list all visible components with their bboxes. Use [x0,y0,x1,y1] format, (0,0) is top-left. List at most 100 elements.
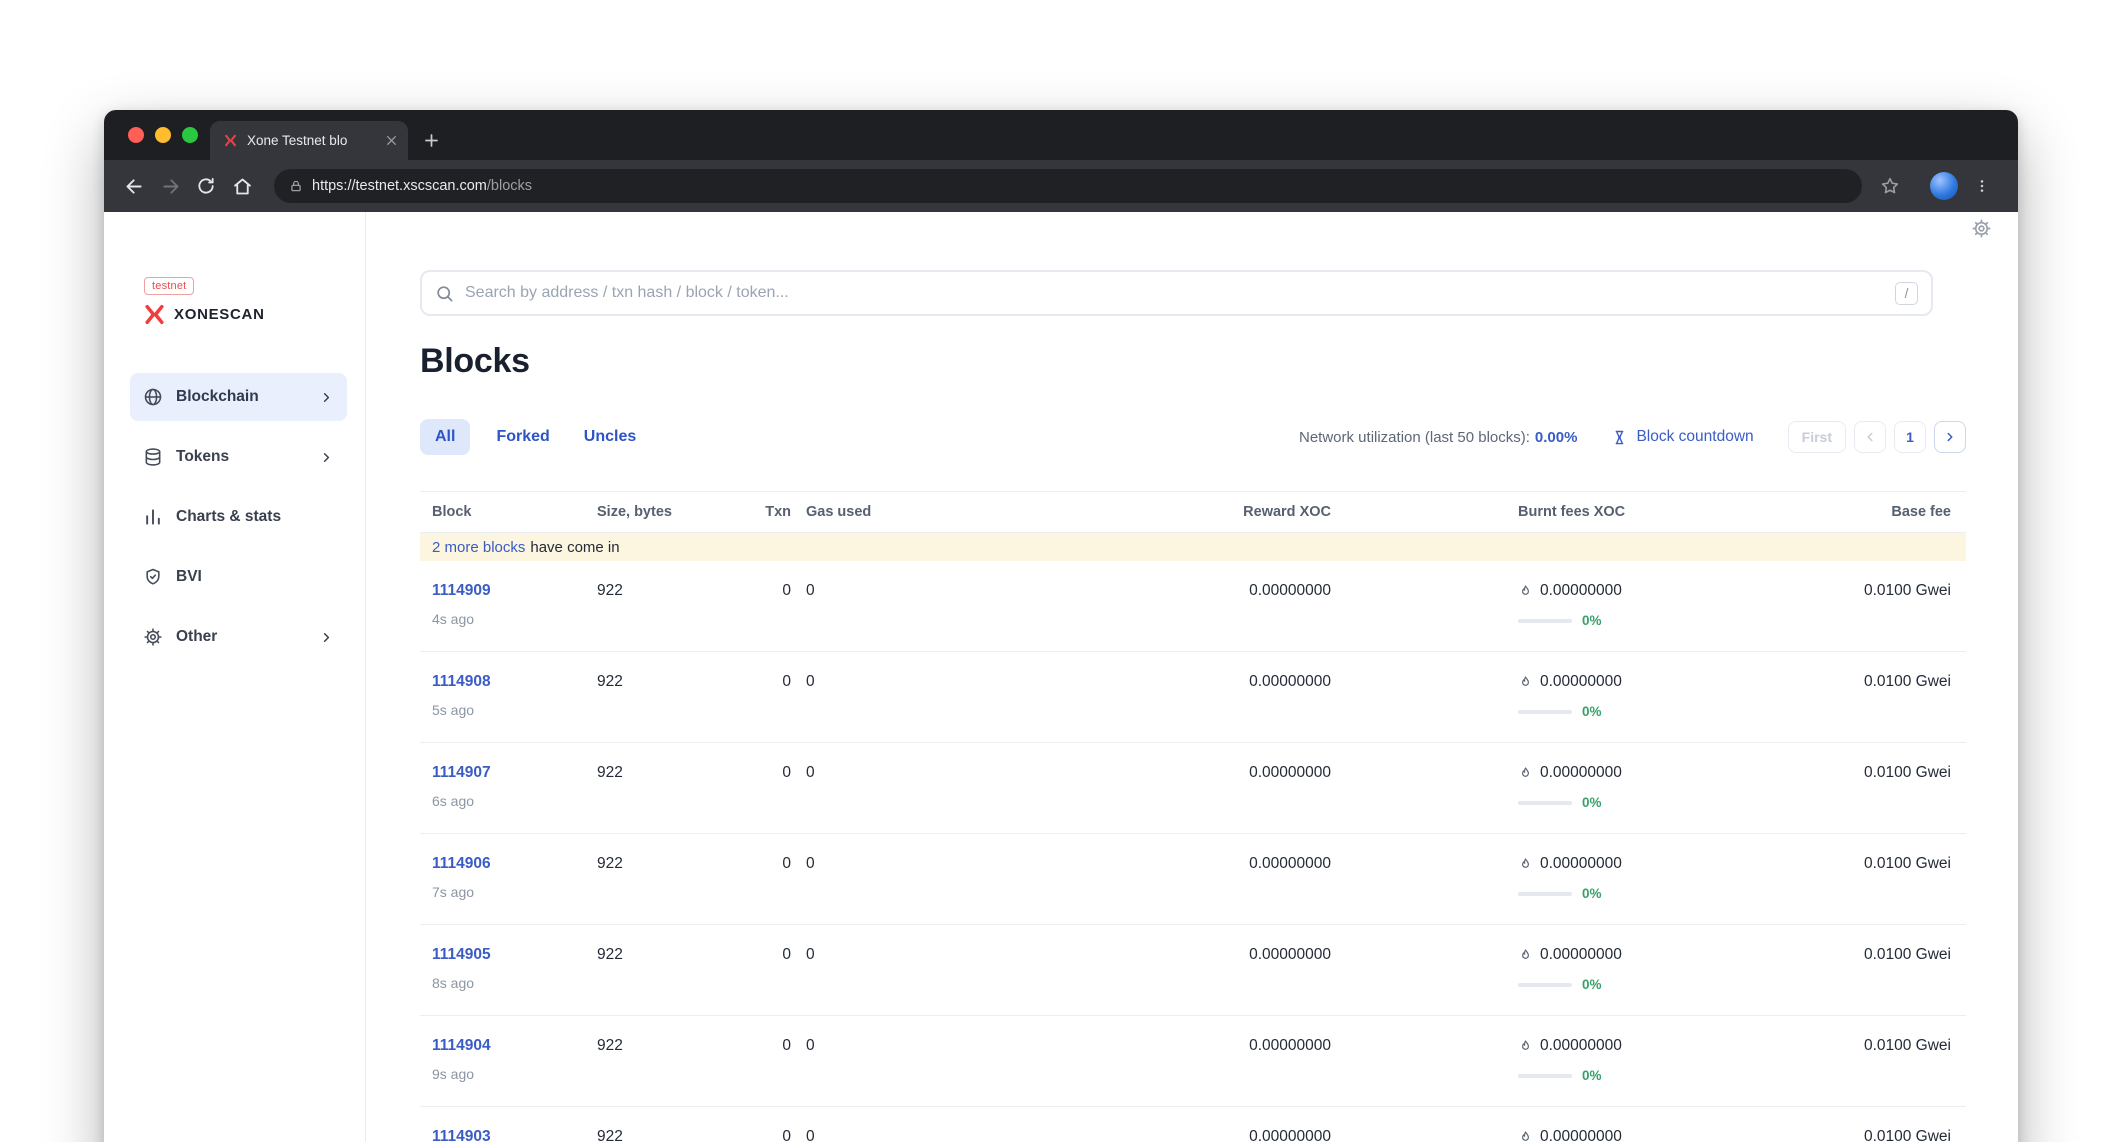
burnt-progress-bar [1518,1074,1572,1078]
burnt-percent: 0% [1582,795,1602,810]
sidebar-item-label: Blockchain [176,388,259,406]
address-bar[interactable]: https://testnet.xscscan.com/blocks [274,169,1862,203]
block-size: 922 [585,1128,756,1142]
settings-gear-icon[interactable] [1971,218,1992,244]
block-link[interactable]: 1114908 [432,673,491,690]
url-domain: https://testnet.xscscan.com [312,178,487,194]
block-base-fee: 0.0100 Gwei [1768,764,1966,782]
profile-avatar[interactable] [1930,172,1958,200]
block-link[interactable]: 1114906 [432,855,491,872]
block-txn-count: 0 [756,946,796,964]
controls-row: All Forked Uncles Network utilization (l… [420,419,1966,455]
sidebar-item-bvi[interactable]: BVI [130,553,347,601]
bar-chart-icon [143,507,163,527]
burnt-fees-value: 0.00000000 [1540,946,1622,964]
block-size: 922 [585,946,756,964]
block-base-fee: 0.0100 Gwei [1768,1128,1966,1142]
table-row: 1114903 10s ago 922 0 0 0.00000000 0.000… [420,1107,1966,1142]
burnt-percent: 0% [1582,886,1602,901]
tab-close-icon[interactable] [385,134,398,147]
chevron-right-icon [319,630,334,645]
sidebar-item-label: Charts & stats [176,508,281,526]
search-bar: / [420,270,1933,316]
browser-menu-icon[interactable] [1974,172,2002,200]
blocks-table: Block Size, bytes Txn Gas used Reward XO… [420,491,1966,1142]
block-txn-count: 0 [756,673,796,691]
search-shortcut-hint: / [1895,282,1918,305]
block-gas-used: 0 [796,946,1213,964]
column-header-size: Size, bytes [585,504,756,520]
block-reward: 0.00000000 [1213,1128,1339,1142]
block-link[interactable]: 1114903 [432,1128,491,1142]
sidebar-item-label: Tokens [176,448,229,466]
burnt-percent: 0% [1582,613,1602,628]
tab-favicon [223,133,238,148]
page-content: testnet XONESCAN Blockchain [104,212,2018,1142]
forward-button[interactable] [156,172,184,200]
url-path: /blocks [487,178,532,194]
flame-icon [1518,948,1533,963]
pagination-next-button[interactable] [1934,421,1966,453]
tab-all[interactable]: All [420,419,470,455]
block-reward: 0.00000000 [1213,855,1339,873]
table-row: 1114907 6s ago 922 0 0 0.00000000 0.0000… [420,743,1966,834]
tab-uncles[interactable]: Uncles [584,428,636,446]
block-countdown-label: Block countdown [1636,428,1753,446]
new-blocks-text: have come in [530,539,619,556]
new-blocks-notice: 2 more blocks have come in [420,533,1966,561]
block-reward: 0.00000000 [1213,946,1339,964]
chevron-right-icon [319,390,334,405]
block-link[interactable]: 1114909 [432,582,491,599]
reload-button[interactable] [192,172,220,200]
zoom-window-button[interactable] [182,127,198,143]
pagination-first-button[interactable]: First [1788,421,1846,453]
block-base-fee: 0.0100 Gwei [1768,855,1966,873]
burnt-progress-bar [1518,983,1572,987]
burnt-progress-bar [1518,892,1572,896]
burnt-progress-bar [1518,710,1572,714]
block-reward: 0.00000000 [1213,582,1339,600]
home-button[interactable] [228,172,256,200]
network-utilization: Network utilization (last 50 blocks):0.0… [1299,429,1577,446]
sidebar-item-charts-stats[interactable]: Charts & stats [130,493,347,541]
burnt-percent: 0% [1582,1068,1602,1083]
close-window-button[interactable] [128,127,144,143]
pagination-current-page[interactable]: 1 [1894,421,1926,453]
bookmark-star-icon[interactable] [1880,172,1908,200]
tab-forked[interactable]: Forked [496,428,549,446]
block-link[interactable]: 1114905 [432,946,491,963]
table-row: 1114908 5s ago 922 0 0 0.00000000 0.0000… [420,652,1966,743]
new-tab-button[interactable] [422,131,441,150]
block-gas-used: 0 [796,855,1213,873]
browser-toolbar: https://testnet.xscscan.com/blocks [104,160,2018,212]
column-header-txn: Txn [756,504,796,520]
sidebar-item-tokens[interactable]: Tokens [130,433,347,481]
burnt-percent: 0% [1582,704,1602,719]
browser-tab[interactable]: Xone Testnet blo [210,121,408,160]
new-blocks-link[interactable]: 2 more blocks [432,539,525,556]
burnt-progress-bar [1518,801,1572,805]
block-base-fee: 0.0100 Gwei [1768,1037,1966,1055]
brand-name: XONESCAN [174,306,265,323]
block-reward: 0.00000000 [1213,764,1339,782]
block-link[interactable]: 1114907 [432,764,491,781]
block-size: 922 [585,1037,756,1055]
flame-icon [1518,766,1533,781]
table-row: 1114906 7s ago 922 0 0 0.00000000 0.0000… [420,834,1966,925]
block-gas-used: 0 [796,1128,1213,1142]
flame-icon [1518,1130,1533,1142]
block-countdown-link[interactable]: Block countdown [1611,428,1753,446]
block-txn-count: 0 [756,764,796,782]
search-input[interactable] [465,284,1884,302]
brand-logo[interactable]: XONESCAN [142,302,347,327]
block-link[interactable]: 1114904 [432,1037,491,1054]
back-button[interactable] [120,172,148,200]
sidebar-item-other[interactable]: Other [130,613,347,661]
sidebar-item-label: Other [176,628,217,646]
sidebar: testnet XONESCAN Blockchain [104,212,366,1142]
column-header-base-fee: Base fee [1768,504,1966,520]
sidebar-item-blockchain[interactable]: Blockchain [130,373,347,421]
minimize-window-button[interactable] [155,127,171,143]
pagination-prev-button[interactable] [1854,421,1886,453]
block-age: 4s ago [432,611,585,627]
